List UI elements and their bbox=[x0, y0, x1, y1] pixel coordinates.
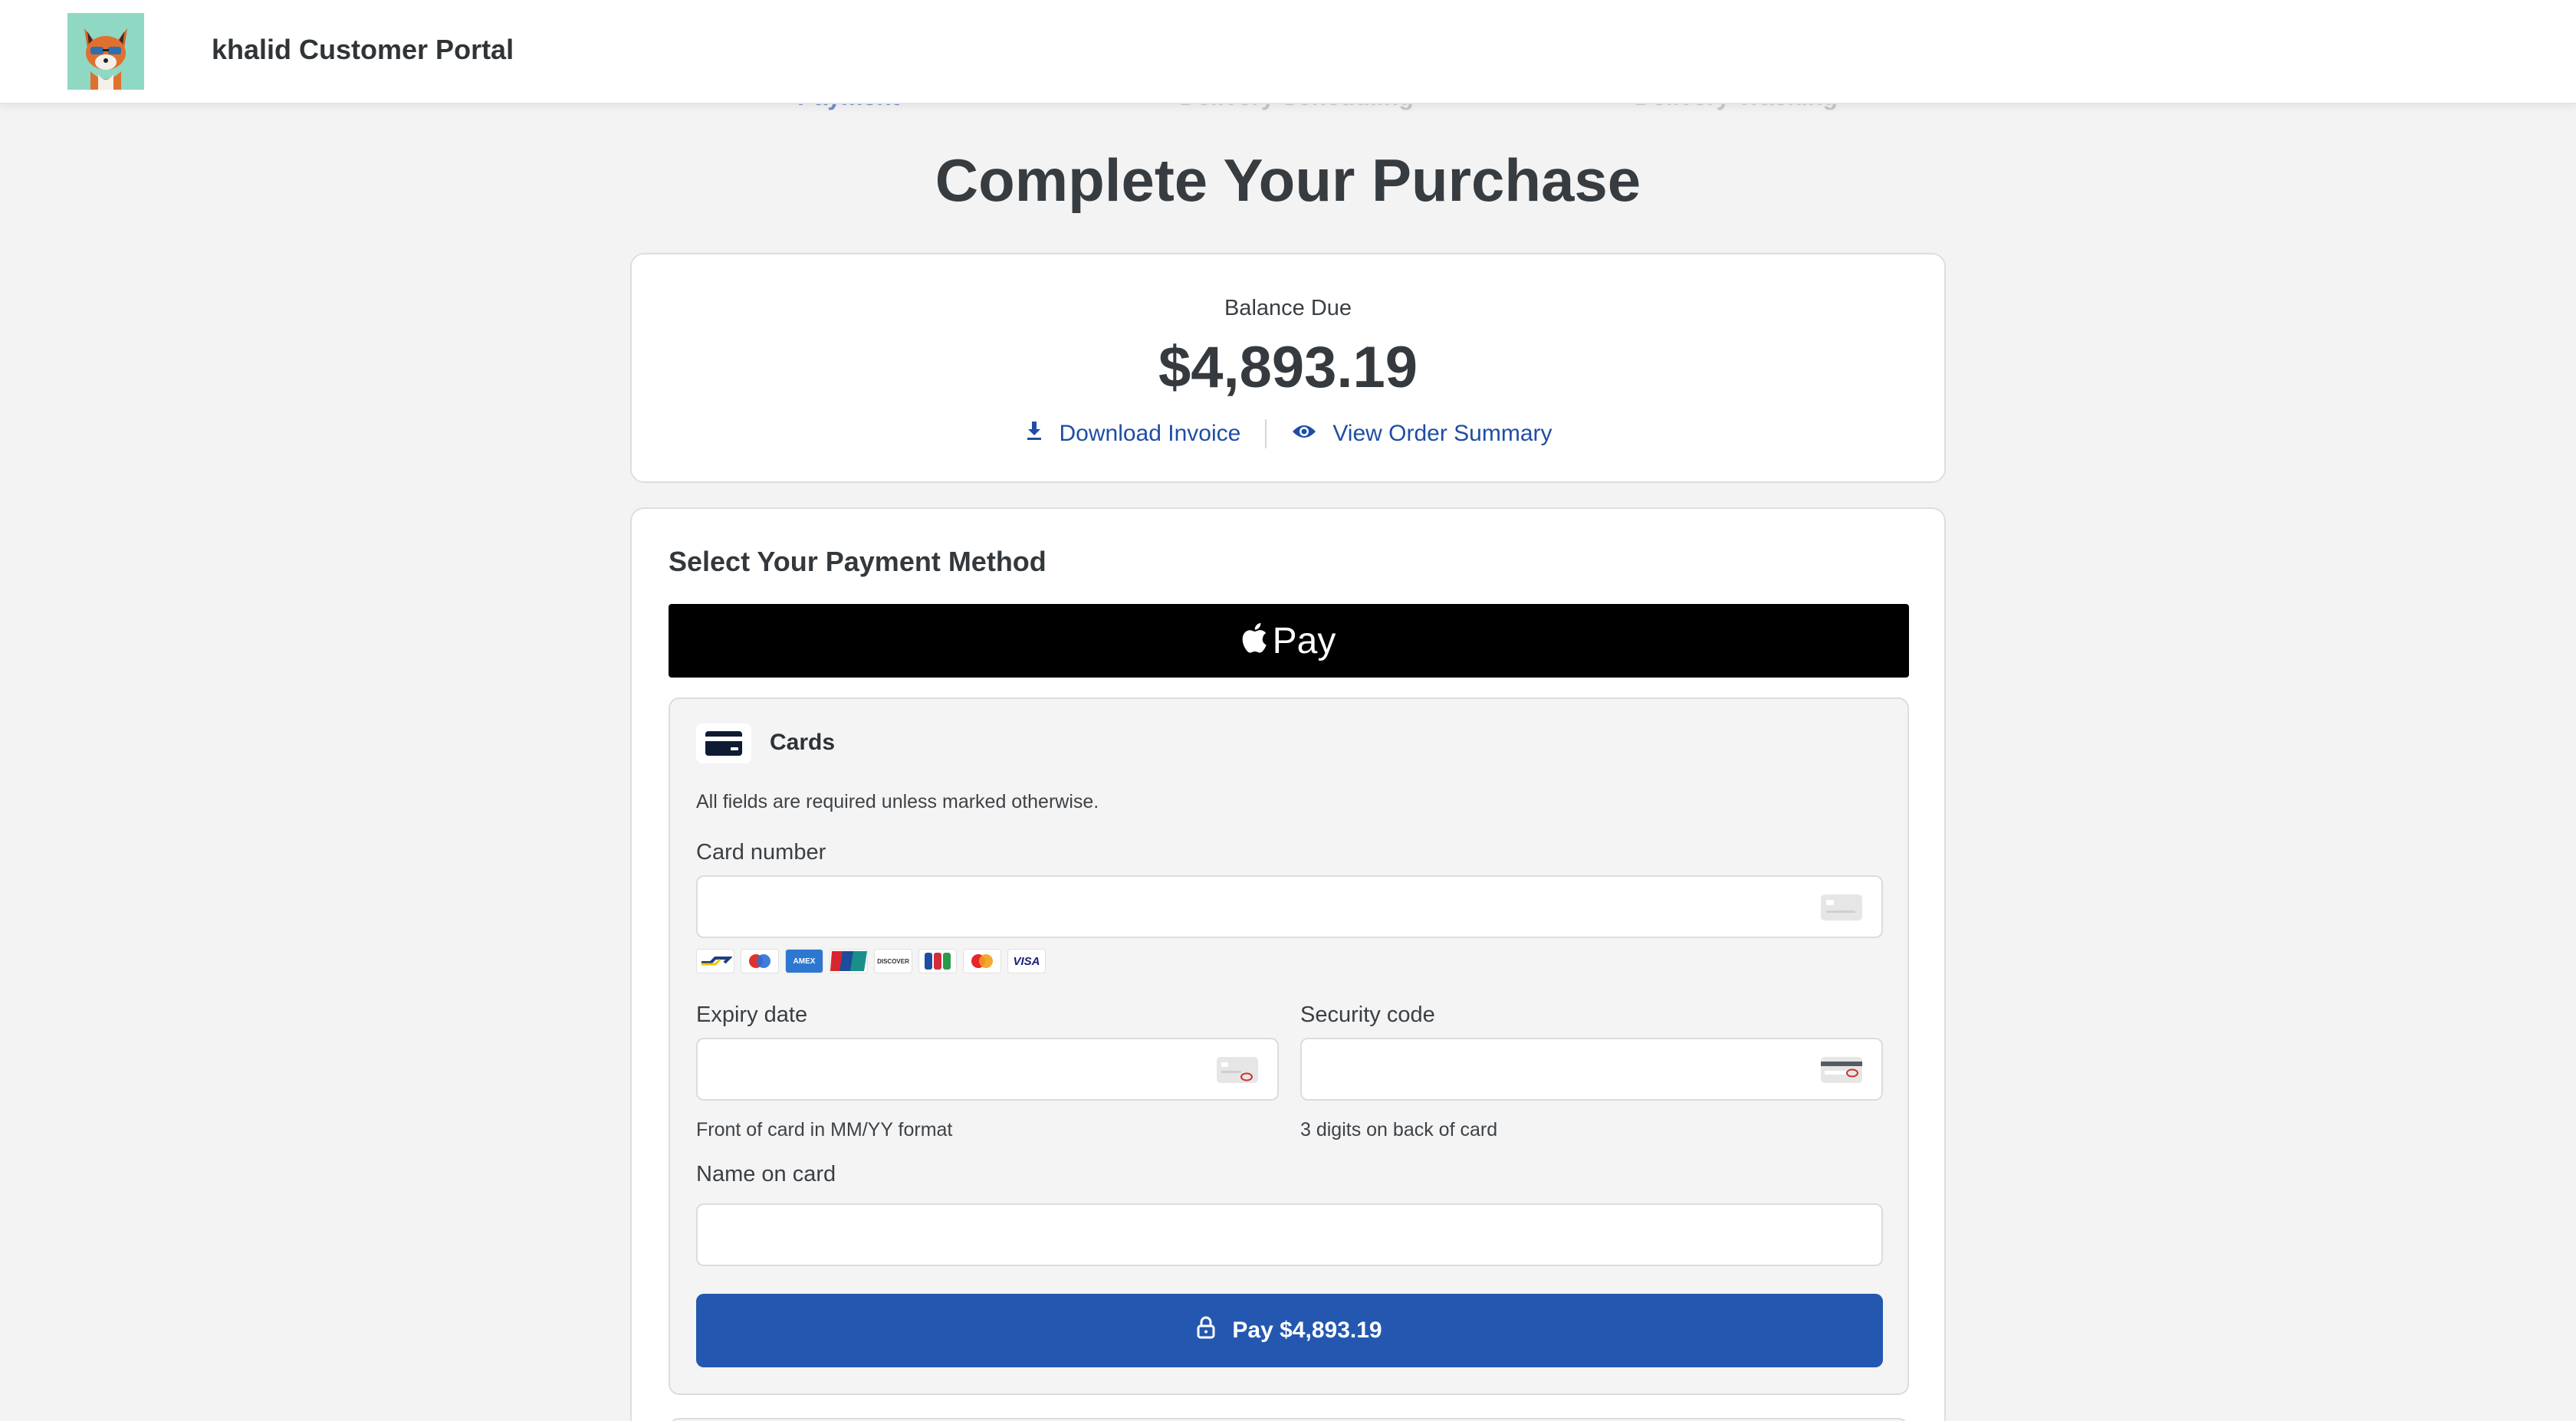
cards-title: Cards bbox=[770, 730, 836, 755]
security-code-label: Security code bbox=[1300, 1003, 1435, 1027]
expiry-date-input[interactable] bbox=[696, 1038, 1279, 1101]
mastercard-icon bbox=[963, 949, 1001, 973]
download-invoice-label: Download Invoice bbox=[1059, 421, 1241, 446]
payment-method-card: Select Your Payment Method Pay Cards All… bbox=[630, 507, 1946, 1421]
bancontact-icon bbox=[696, 949, 734, 973]
portal-title: khalid Customer Portal bbox=[212, 34, 514, 65]
card-number-label: Card number bbox=[696, 840, 826, 865]
security-code-input[interactable] bbox=[1300, 1038, 1883, 1101]
visa-icon: VISA bbox=[1007, 949, 1046, 973]
jcb-icon bbox=[918, 949, 957, 973]
download-icon bbox=[1024, 420, 1044, 448]
credit-card-icon bbox=[696, 724, 751, 763]
page-title: Complete Your Purchase bbox=[935, 146, 1641, 214]
card-back-cvc-icon bbox=[1820, 1056, 1863, 1088]
balance-amount: $4,893.19 bbox=[1158, 335, 1418, 400]
discover-icon: DISCOVER bbox=[874, 949, 912, 973]
expiry-date-label: Expiry date bbox=[696, 1003, 808, 1027]
apple-logo-icon bbox=[1242, 620, 1268, 662]
expiry-date-hint: Front of card in MM/YY format bbox=[696, 1119, 953, 1140]
unionpay-icon bbox=[830, 949, 868, 973]
card-front-expiry-icon bbox=[1216, 1056, 1259, 1088]
link-divider bbox=[1265, 419, 1267, 448]
cards-panel: Cards All fields are required unless mar… bbox=[669, 697, 1909, 1395]
top-bar: khalid Customer Portal bbox=[0, 0, 2576, 104]
view-order-summary-link[interactable]: View Order Summary bbox=[1291, 421, 1552, 447]
pay-button[interactable]: Pay $4,893.19 bbox=[696, 1294, 1883, 1367]
balance-label: Balance Due bbox=[1224, 296, 1352, 320]
view-order-summary-label: View Order Summary bbox=[1332, 421, 1552, 446]
apple-pay-button[interactable]: Pay bbox=[669, 604, 1909, 678]
card-number-input[interactable] bbox=[696, 875, 1883, 938]
next-payment-option-panel[interactable] bbox=[669, 1418, 1909, 1421]
lock-icon bbox=[1197, 1316, 1215, 1345]
name-on-card-input[interactable] bbox=[696, 1203, 1883, 1266]
balance-card: Balance Due $4,893.19 Download Invoice V… bbox=[630, 253, 1946, 483]
payment-section-title: Select Your Payment Method bbox=[669, 546, 1046, 577]
apple-pay-label: Pay bbox=[1272, 620, 1336, 661]
security-code-hint: 3 digits on back of card bbox=[1300, 1119, 1498, 1140]
card-brands-list: AMEX DISCOVER VISA bbox=[696, 949, 1046, 973]
balance-links: Download Invoice View Order Summary bbox=[632, 415, 1944, 452]
required-fields-note: All fields are required unless marked ot… bbox=[696, 791, 1099, 812]
maestro-icon bbox=[741, 949, 779, 973]
american-express-icon: AMEX bbox=[785, 949, 823, 973]
pay-button-label: Pay $4,893.19 bbox=[1232, 1318, 1382, 1343]
name-on-card-label: Name on card bbox=[696, 1162, 836, 1186]
generic-card-icon bbox=[1820, 894, 1863, 925]
eye-icon bbox=[1291, 421, 1317, 447]
fox-logo-icon[interactable] bbox=[67, 13, 144, 90]
download-invoice-link[interactable]: Download Invoice bbox=[1024, 420, 1241, 448]
